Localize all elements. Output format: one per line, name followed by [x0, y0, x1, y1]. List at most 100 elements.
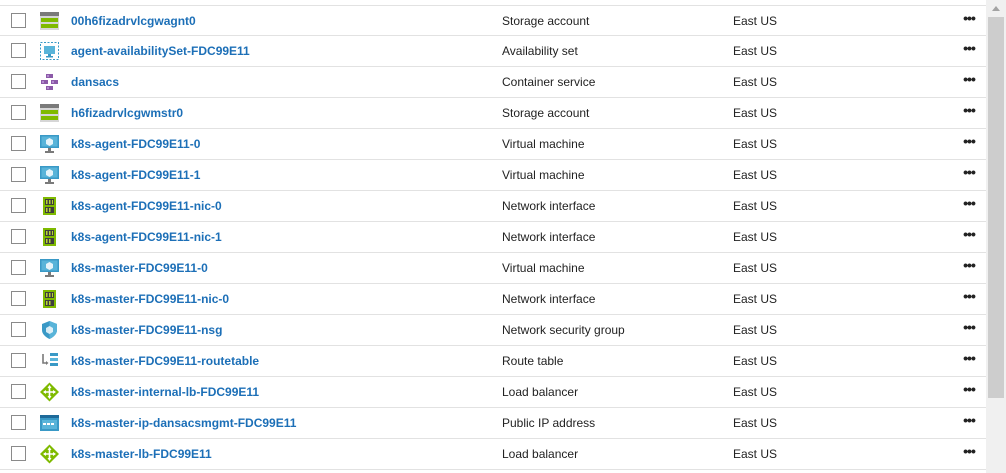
resource-location: East US — [733, 230, 778, 244]
row-checkbox[interactable] — [11, 446, 26, 461]
resource-location: East US — [733, 44, 778, 58]
row-checkbox[interactable] — [11, 322, 26, 337]
resource-name-link[interactable]: k8s-master-FDC99E11-nsg — [71, 323, 222, 337]
vertical-scrollbar[interactable] — [986, 0, 1006, 473]
more-actions-button[interactable]: ••• — [956, 72, 982, 92]
row-checkbox[interactable] — [11, 43, 26, 58]
more-actions-button[interactable]: ••• — [956, 289, 982, 309]
row-checkbox[interactable] — [11, 167, 26, 182]
resource-name-link[interactable]: k8s-agent-FDC99E11-1 — [71, 168, 200, 182]
more-actions-button[interactable]: ••• — [956, 444, 982, 464]
resource-name-link[interactable]: k8s-agent-FDC99E11-0 — [71, 137, 200, 151]
resource-type: Storage account — [502, 106, 590, 120]
more-actions-button[interactable]: ••• — [956, 103, 982, 123]
resource-type: Container service — [502, 75, 596, 89]
availability-set-icon — [39, 41, 60, 61]
table-row[interactable]: k8s-master-lb-FDC99E11 Load balancer Eas… — [0, 439, 986, 470]
resource-location: East US — [733, 14, 778, 28]
table-row[interactable]: k8s-master-FDC99E11-routetable Route tab… — [0, 346, 986, 377]
row-checkbox[interactable] — [11, 291, 26, 306]
network-security-group-icon — [39, 320, 60, 340]
scroll-thumb[interactable] — [988, 17, 1004, 398]
row-checkbox[interactable] — [11, 384, 26, 399]
resource-type: Route table — [502, 354, 564, 368]
more-actions-button[interactable]: ••• — [956, 320, 982, 340]
resource-location: East US — [733, 137, 778, 151]
resource-name-link[interactable]: dansacs — [71, 75, 119, 89]
resource-name-link[interactable]: k8s-agent-FDC99E11-nic-0 — [71, 199, 222, 213]
more-actions-button[interactable]: ••• — [956, 165, 982, 185]
resource-name-link[interactable]: agent-availabilitySet-FDC99E11 — [71, 44, 250, 58]
row-checkbox[interactable] — [11, 415, 26, 430]
row-checkbox[interactable] — [11, 260, 26, 275]
network-interface-icon — [39, 289, 60, 309]
resource-type: Network security group — [502, 323, 625, 337]
resource-type: Network interface — [502, 292, 596, 306]
container-service-icon — [39, 72, 60, 92]
more-actions-button[interactable]: ••• — [956, 11, 982, 31]
resource-name-link[interactable]: k8s-agent-FDC99E11-nic-1 — [71, 230, 222, 244]
resource-location: East US — [733, 416, 778, 430]
row-checkbox[interactable] — [11, 105, 26, 120]
load-balancer-icon — [39, 444, 60, 464]
more-actions-button[interactable]: ••• — [956, 382, 982, 402]
resource-type: Storage account — [502, 14, 590, 28]
table-row[interactable]: k8s-agent-FDC99E11-1 Virtual machine Eas… — [0, 160, 986, 191]
resource-location: East US — [733, 75, 778, 89]
resource-name-link[interactable]: k8s-master-FDC99E11-0 — [71, 261, 208, 275]
row-checkbox[interactable] — [11, 13, 26, 28]
resource-name-link[interactable]: k8s-master-FDC99E11-nic-0 — [71, 292, 229, 306]
resource-location: East US — [733, 323, 778, 337]
network-interface-icon — [39, 227, 60, 247]
scroll-up-arrow-icon[interactable] — [986, 0, 1006, 17]
network-interface-icon — [39, 196, 60, 216]
table-row[interactable]: h6fizadrvlcgwmstr0 Storage account East … — [0, 98, 986, 129]
resource-type: Network interface — [502, 199, 596, 213]
resource-list-pane: 00h6fizadrvlcgwagnt0 Storage account Eas… — [0, 0, 1006, 473]
resource-list: 00h6fizadrvlcgwagnt0 Storage account Eas… — [0, 5, 986, 470]
resource-location: East US — [733, 106, 778, 120]
resource-type: Virtual machine — [502, 168, 585, 182]
virtual-machine-icon — [39, 165, 60, 185]
table-row[interactable]: agent-availabilitySet-FDC99E11 Availabil… — [0, 36, 986, 67]
table-row[interactable]: k8s-agent-FDC99E11-nic-1 Network interfa… — [0, 222, 986, 253]
resource-name-link[interactable]: k8s-master-FDC99E11-routetable — [71, 354, 259, 368]
resource-type: Network interface — [502, 230, 596, 244]
table-row[interactable]: k8s-master-ip-dansacsmgmt-FDC99E11 Publi… — [0, 408, 986, 439]
table-row[interactable]: 00h6fizadrvlcgwagnt0 Storage account Eas… — [0, 5, 986, 36]
resource-type: Public IP address — [502, 416, 596, 430]
resource-type: Virtual machine — [502, 137, 585, 151]
more-actions-button[interactable]: ••• — [956, 41, 982, 61]
virtual-machine-icon — [39, 134, 60, 154]
resource-location: East US — [733, 292, 778, 306]
resource-location: East US — [733, 261, 778, 275]
table-row[interactable]: dansacs Container service East US ••• — [0, 67, 986, 98]
resource-name-link[interactable]: k8s-master-ip-dansacsmgmt-FDC99E11 — [71, 416, 296, 430]
row-checkbox[interactable] — [11, 74, 26, 89]
more-actions-button[interactable]: ••• — [956, 227, 982, 247]
row-checkbox[interactable] — [11, 136, 26, 151]
more-actions-button[interactable]: ••• — [956, 413, 982, 433]
load-balancer-icon — [39, 382, 60, 402]
more-actions-button[interactable]: ••• — [956, 258, 982, 278]
resource-location: East US — [733, 447, 778, 461]
resource-name-link[interactable]: k8s-master-lb-FDC99E11 — [71, 447, 212, 461]
table-row[interactable]: k8s-master-FDC99E11-nic-0 Network interf… — [0, 284, 986, 315]
table-row[interactable]: k8s-master-FDC99E11-nsg Network security… — [0, 315, 986, 346]
table-row[interactable]: k8s-agent-FDC99E11-0 Virtual machine Eas… — [0, 129, 986, 160]
resource-location: East US — [733, 168, 778, 182]
table-row[interactable]: k8s-agent-FDC99E11-nic-0 Network interfa… — [0, 191, 986, 222]
resource-name-link[interactable]: k8s-master-internal-lb-FDC99E11 — [71, 385, 259, 399]
row-checkbox[interactable] — [11, 353, 26, 368]
table-row[interactable]: k8s-master-FDC99E11-0 Virtual machine Ea… — [0, 253, 986, 284]
resource-name-link[interactable]: h6fizadrvlcgwmstr0 — [71, 106, 183, 120]
more-actions-button[interactable]: ••• — [956, 351, 982, 371]
resource-name-link[interactable]: 00h6fizadrvlcgwagnt0 — [71, 14, 196, 28]
storage-account-icon — [39, 103, 60, 123]
table-row[interactable]: k8s-master-internal-lb-FDC99E11 Load bal… — [0, 377, 986, 408]
more-actions-button[interactable]: ••• — [956, 134, 982, 154]
public-ip-address-icon — [39, 413, 60, 433]
row-checkbox[interactable] — [11, 198, 26, 213]
more-actions-button[interactable]: ••• — [956, 196, 982, 216]
row-checkbox[interactable] — [11, 229, 26, 244]
